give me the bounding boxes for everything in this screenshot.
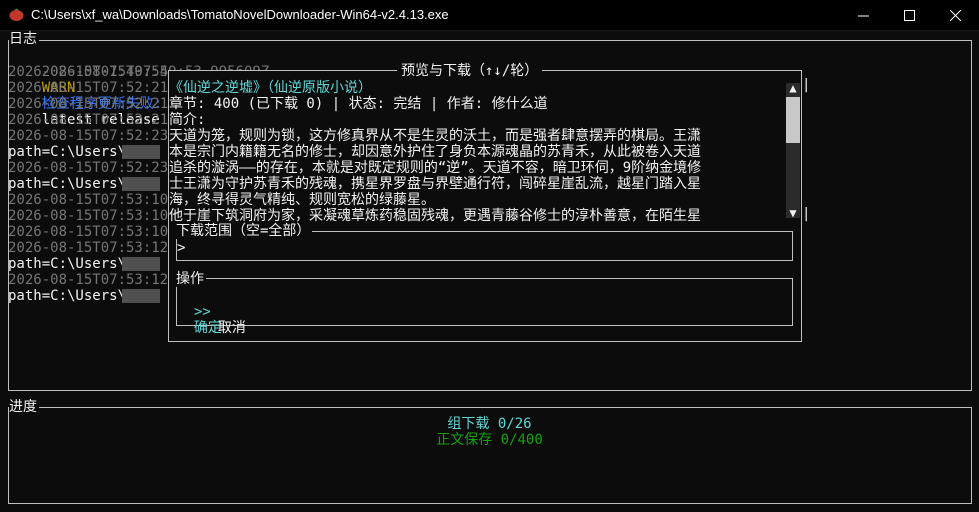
- log-entry: 2026-08-15T07:52:21: [8, 112, 169, 128]
- redacted-block: [122, 145, 160, 159]
- cancel-label: 取消: [217, 320, 246, 336]
- intro-line: 海，终寻得灵气精纯、规则宽松的绿藤星。: [169, 192, 435, 208]
- log-entry: 2026-08-15T07:53:10: [8, 224, 169, 240]
- preview-scrollbar-thumb[interactable]: [786, 97, 800, 143]
- title-bar[interactable]: C:\Users\xf_wa\Downloads\TomatoNovelDown…: [0, 0, 979, 31]
- intro-line: 天道为笼，规则为锁，这方修真界从不是生灵的沃土，而是强者肆意摆弄的棋局。王潇: [169, 128, 701, 144]
- log-entry: path=C:\Users\: [8, 176, 127, 192]
- maximize-button[interactable]: [886, 0, 932, 30]
- redacted-block: [122, 289, 160, 303]
- close-button[interactable]: [932, 0, 978, 30]
- top-right-edge-marker: |: [802, 77, 811, 93]
- book-title: 《仙逆之逆墟》（仙逆原版小说）: [169, 80, 372, 96]
- actions-label: 操作: [176, 271, 206, 287]
- cancel-option[interactable]: 取消: [201, 304, 246, 336]
- log-entry: 2026-08-15T07:49:55: [8, 64, 169, 80]
- window-title: C:\Users\xf_wa\Downloads\TomatoNovelDown…: [31, 7, 449, 22]
- log-entry: 2026-08-15T07:52:23: [8, 128, 169, 144]
- book-meta: 章节: 400 (已下载 0) | 状态: 完结 | 作者: 修什么道: [169, 96, 548, 112]
- log-entry: path=C:\Users\: [8, 288, 127, 304]
- log-entry: 2026-08-15T07:53:12: [8, 240, 169, 256]
- log-entry: 2026-08-15T07:53:12: [8, 272, 169, 288]
- log-entry: 2026-08-15T07:49:53.995609Z WARN 检查程序更新失…: [41, 64, 270, 128]
- intro-line: 他于崖下筑洞府为家，采凝魂草炼药稳固残魂，更遇青藤谷修士的淳朴善意，在陌生星: [169, 208, 701, 224]
- intro-line: 本是宗门内籍籍无名的修士，却因意外护住了身负本源魂晶的苏青禾，从此被卷入天道: [169, 144, 701, 160]
- minimize-button[interactable]: [840, 0, 886, 30]
- scroll-up-icon[interactable]: ▲: [786, 81, 800, 95]
- download-range-input[interactable]: [193, 240, 783, 256]
- group-download-progress: 组下载 0/26: [447, 416, 532, 432]
- app-icon: [9, 8, 24, 21]
- redacted-block: [122, 257, 160, 271]
- scroll-down-icon[interactable]: ▼: [786, 206, 800, 220]
- redacted-block: [122, 177, 160, 191]
- log-entry: path=C:\Users\: [8, 256, 127, 272]
- log-entry: 2026-08-15T07:52:21: [8, 80, 169, 96]
- intro-line: 士王潇为守护苏青禾的残魂，携星界罗盘与界壁通行符，闯碎星崖乱流，越星门踏入星: [169, 176, 701, 192]
- confirm-option[interactable]: >> 确定: [177, 288, 222, 336]
- right-edge-marker: |: [802, 206, 811, 222]
- preview-dialog-title: 预览与下载（↑↓/轮）: [397, 63, 543, 79]
- log-panel-title: 日志: [9, 31, 39, 47]
- download-range-label: 下载范围（空=全部）: [176, 223, 313, 239]
- intro-label: 简介:: [169, 112, 206, 128]
- log-entry: path=C:\Users\: [8, 144, 127, 160]
- log-entry: 2026-08-15T07:52:23: [8, 160, 169, 176]
- actions-box: [176, 278, 793, 326]
- log-entry: 2026-08-15T07:52:21: [8, 96, 169, 112]
- log-entry: 2026-08-15T07:53:10: [8, 208, 169, 224]
- progress-panel-title: 进度: [9, 399, 39, 415]
- log-entry: 2026-08-15T07:53:10: [8, 192, 169, 208]
- text-save-progress: 正文保存 0/400: [436, 432, 543, 448]
- minimize-icon: [857, 15, 869, 16]
- maximize-icon: [903, 9, 915, 21]
- close-icon: [949, 9, 961, 21]
- download-range-prompt: >: [177, 240, 186, 256]
- intro-line: 追杀的漩涡——的存在，本就是对既定规则的“逆”。天道不容，暗卫环伺，9阶纳金境修: [169, 160, 702, 176]
